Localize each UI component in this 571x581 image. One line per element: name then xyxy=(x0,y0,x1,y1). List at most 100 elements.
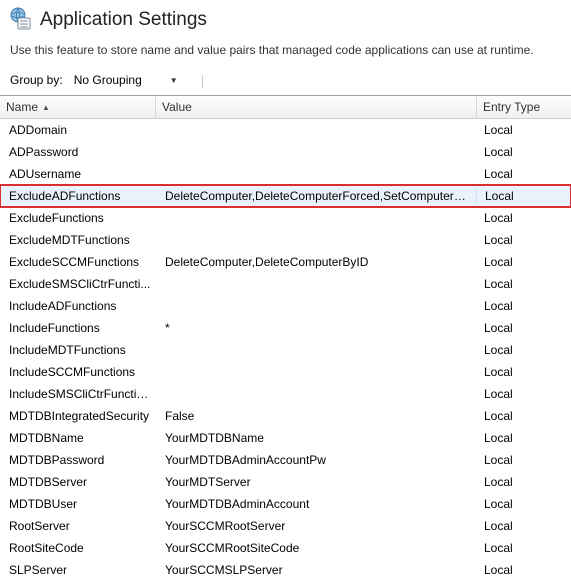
page-title: Application Settings xyxy=(40,9,207,31)
cell-name: MDTDBPassword xyxy=(1,451,157,469)
cell-name: ExcludeSCCMFunctions xyxy=(1,253,157,271)
cell-entry-type: Local xyxy=(476,517,570,535)
table-row[interactable]: IncludeFunctions*Local xyxy=(0,317,571,339)
column-header-value-label: Value xyxy=(162,100,192,114)
table-row[interactable]: MDTDBNameYourMDTDBNameLocal xyxy=(0,427,571,449)
cell-entry-type: Local xyxy=(476,121,570,139)
cell-value xyxy=(157,341,476,359)
cell-entry-type: Local xyxy=(476,429,570,447)
cell-value: * xyxy=(157,319,476,337)
cell-value: YourMDTServer xyxy=(157,473,476,491)
table-row[interactable]: MDTDBUserYourMDTDBAdminAccountLocal xyxy=(0,493,571,515)
cell-value xyxy=(157,121,476,139)
table-row[interactable]: ExcludeSMSCliCtrFuncti... Local xyxy=(0,273,571,295)
cell-name: ADPassword xyxy=(1,143,157,161)
sort-ascending-icon: ▲ xyxy=(42,103,50,112)
cell-entry-type: Local xyxy=(476,319,570,337)
table-row[interactable]: MDTDBPasswordYourMDTDBAdminAccountPwLoca… xyxy=(0,449,571,471)
cell-entry-type: Local xyxy=(476,495,570,513)
cell-value: YourSCCMRootServer xyxy=(157,517,476,535)
cell-value: False xyxy=(157,407,476,425)
cell-value: YourMDTDBName xyxy=(157,429,476,447)
cell-name: IncludeSCCMFunctions xyxy=(1,363,157,381)
cell-value: YourSCCMSLPServer xyxy=(157,561,476,579)
cell-value xyxy=(157,231,476,249)
table-row[interactable]: MDTDBIntegratedSecurityFalseLocal xyxy=(0,405,571,427)
cell-name: MDTDBUser xyxy=(1,495,157,513)
cell-name: IncludeMDTFunctions xyxy=(1,341,157,359)
column-header-name-label: Name xyxy=(6,100,38,114)
grid-body: ADDomainLocalADPasswordLocalADUsernameLo… xyxy=(0,119,571,581)
table-row[interactable]: ExcludeSCCMFunctionsDeleteComputer,Delet… xyxy=(0,251,571,273)
cell-value: YourSCCMRootSiteCode xyxy=(157,539,476,557)
column-header-entry[interactable]: Entry Type xyxy=(477,96,571,118)
cell-name: MDTDBIntegratedSecurity xyxy=(1,407,157,425)
cell-name: MDTDBServer xyxy=(1,473,157,491)
cell-name: IncludeFunctions xyxy=(1,319,157,337)
cell-entry-type: Local xyxy=(476,253,570,271)
table-row[interactable]: IncludeADFunctions Local xyxy=(0,295,571,317)
cell-value: DeleteComputer,DeleteComputerByID xyxy=(157,253,476,271)
settings-grid: Name ▲ Value Entry Type ADDomain Local ADP… xyxy=(0,95,571,581)
cell-name: IncludeADFunctions xyxy=(1,297,157,315)
column-header-value[interactable]: Value xyxy=(156,96,477,118)
cell-name: ADDomain xyxy=(1,121,157,139)
cell-value xyxy=(157,297,476,315)
cell-entry-type: Local xyxy=(476,473,570,491)
cell-value xyxy=(157,275,476,293)
cell-value: DeleteComputer,DeleteComputerForced,SetC… xyxy=(157,187,476,205)
cell-name: RootServer xyxy=(1,517,157,535)
cell-entry-type: Local xyxy=(476,297,570,315)
table-row[interactable]: IncludeSCCMFunctions Local xyxy=(0,361,571,383)
table-row[interactable]: ADPasswordLocal xyxy=(0,141,571,163)
cell-entry-type: Local xyxy=(476,341,570,359)
cell-name: ExcludeMDTFunctions xyxy=(1,231,157,249)
groupby-bar: Group by: No Grouping ▼ | xyxy=(0,67,571,95)
table-row[interactable]: ExcludeMDTFunctions Local xyxy=(0,229,571,251)
cell-value: YourMDTDBAdminAccountPw xyxy=(157,451,476,469)
cell-name: ExcludeADFunctions xyxy=(1,187,157,205)
grid-header: Name ▲ Value Entry Type xyxy=(0,96,571,119)
cell-entry-type: Local xyxy=(476,231,570,249)
page-description: Use this feature to store name and value… xyxy=(0,37,571,67)
settings-globe-icon xyxy=(8,6,32,33)
table-row[interactable]: SLPServerYourSCCMSLPServerLocal xyxy=(0,559,571,581)
table-row[interactable]: IncludeSMSCliCtrFunctio... Local xyxy=(0,383,571,405)
cell-entry-type: Local xyxy=(476,539,570,557)
page-header: Application Settings xyxy=(0,0,571,37)
groupby-label: Group by: xyxy=(10,73,63,87)
column-header-name[interactable]: Name ▲ xyxy=(0,96,156,118)
cell-entry-type: Local xyxy=(476,187,570,205)
cell-entry-type: Local xyxy=(476,209,570,227)
table-row[interactable]: ExcludeADFunctionsDeleteComputer,DeleteC… xyxy=(0,185,571,207)
groupby-select[interactable]: No Grouping ▼ xyxy=(69,71,183,89)
table-row[interactable]: ADDomain Local xyxy=(0,119,571,141)
cell-entry-type: Local xyxy=(476,165,570,183)
separator-bar-icon: | xyxy=(201,72,205,88)
cell-value xyxy=(157,363,476,381)
table-row[interactable]: RootSiteCodeYourSCCMRootSiteCodeLocal xyxy=(0,537,571,559)
table-row[interactable]: ADUsernameLocal xyxy=(0,163,571,185)
cell-entry-type: Local xyxy=(476,363,570,381)
cell-entry-type: Local xyxy=(476,451,570,469)
cell-entry-type: Local xyxy=(476,385,570,403)
chevron-down-icon: ▼ xyxy=(170,76,178,85)
cell-name: RootSiteCode xyxy=(1,539,157,557)
cell-value xyxy=(157,165,476,183)
cell-value xyxy=(157,143,476,161)
cell-entry-type: Local xyxy=(476,275,570,293)
cell-name: ExcludeSMSCliCtrFuncti... xyxy=(1,275,157,293)
table-row[interactable]: IncludeMDTFunctions Local xyxy=(0,339,571,361)
cell-entry-type: Local xyxy=(476,407,570,425)
table-row[interactable]: MDTDBServerYourMDTServerLocal xyxy=(0,471,571,493)
table-row[interactable]: ExcludeFunctions Local xyxy=(0,207,571,229)
cell-name: SLPServer xyxy=(1,561,157,579)
cell-entry-type: Local xyxy=(476,561,570,579)
cell-name: ExcludeFunctions xyxy=(1,209,157,227)
cell-name: IncludeSMSCliCtrFunctio... xyxy=(1,385,157,403)
cell-value xyxy=(157,209,476,227)
groupby-selected: No Grouping xyxy=(74,73,142,87)
cell-value: YourMDTDBAdminAccount xyxy=(157,495,476,513)
table-row[interactable]: RootServerYourSCCMRootServerLocal xyxy=(0,515,571,537)
cell-value xyxy=(157,385,476,403)
